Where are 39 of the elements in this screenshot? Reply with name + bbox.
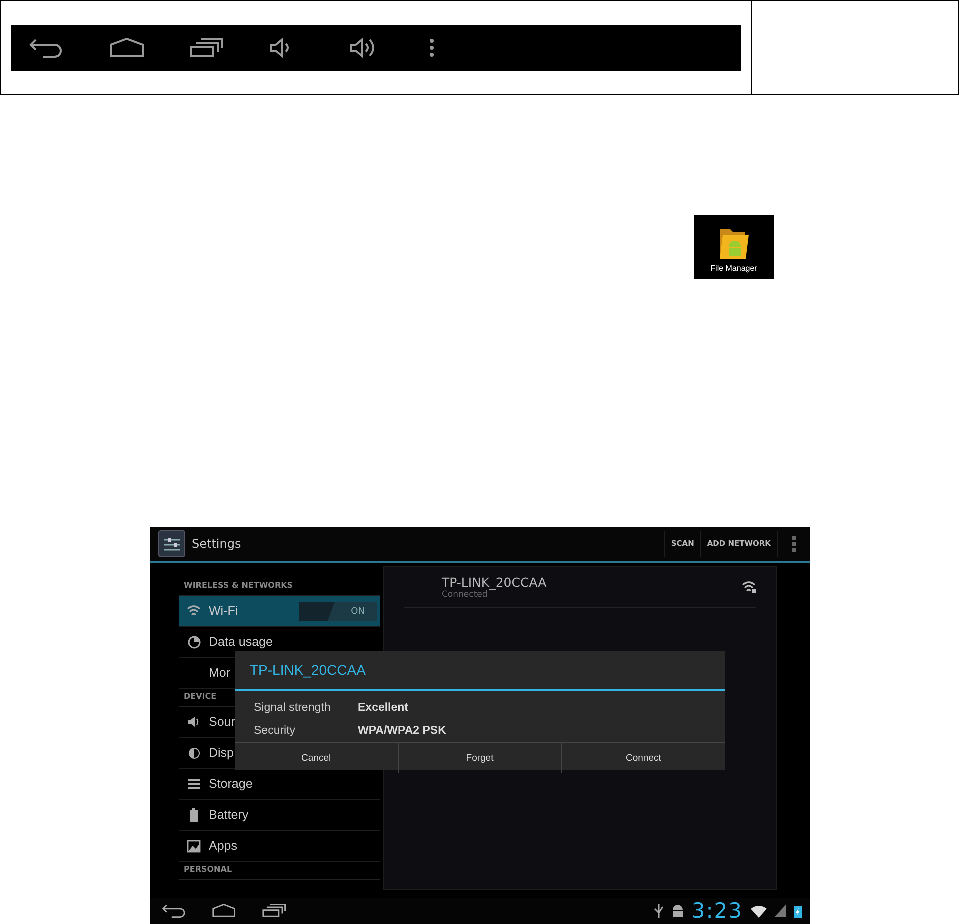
speaker-icon [187, 716, 201, 728]
app-label: File Manager [710, 264, 758, 273]
detail-value: WPA/WPA2 PSK [358, 724, 446, 736]
storage-icon [187, 778, 201, 790]
network-name[interactable]: TP-LINK_20CCAA [442, 574, 742, 590]
picture-frame-icon [187, 840, 201, 852]
pie-chart-icon [188, 636, 200, 648]
toggle-switch[interactable]: ON [299, 602, 377, 621]
back-icon[interactable] [29, 38, 63, 58]
network-status: Connected [442, 590, 488, 600]
home-icon[interactable] [212, 904, 236, 918]
menu-icon[interactable] [429, 38, 435, 58]
wifi-icon [187, 605, 201, 617]
screen-title: Settings [192, 537, 242, 551]
battery-charging-icon [794, 904, 802, 918]
app-tile[interactable]: File Manager [694, 215, 774, 279]
cell-signal-icon [775, 905, 786, 917]
volume-up-icon[interactable] [349, 37, 377, 59]
dialog-button[interactable]: Connect [561, 743, 726, 773]
wifi-lock-icon [742, 581, 756, 593]
brightness-icon [188, 746, 200, 760]
back-icon[interactable] [162, 904, 186, 918]
home-icon[interactable] [109, 38, 145, 58]
dialog-button[interactable]: Forget [398, 743, 562, 773]
settings-item[interactable]: Battery [179, 800, 380, 831]
settings-item[interactable]: Wi-Fi ON [179, 596, 380, 627]
recents-icon[interactable] [189, 38, 223, 58]
overflow-menu-icon[interactable] [792, 536, 796, 552]
battery-icon [189, 808, 199, 822]
clock: 3:23 [692, 899, 743, 923]
usb-icon [654, 904, 664, 918]
android-icon [672, 904, 684, 918]
wifi-signal-icon [751, 904, 767, 918]
recents-icon[interactable] [262, 904, 286, 918]
settings-item[interactable]: Apps [179, 831, 380, 862]
settings-icon [158, 530, 186, 558]
section-header: PERSONAL [179, 862, 380, 880]
detail-label: Security [254, 724, 297, 736]
dialog-title: TP-LINK_20CCAA [235, 651, 725, 691]
